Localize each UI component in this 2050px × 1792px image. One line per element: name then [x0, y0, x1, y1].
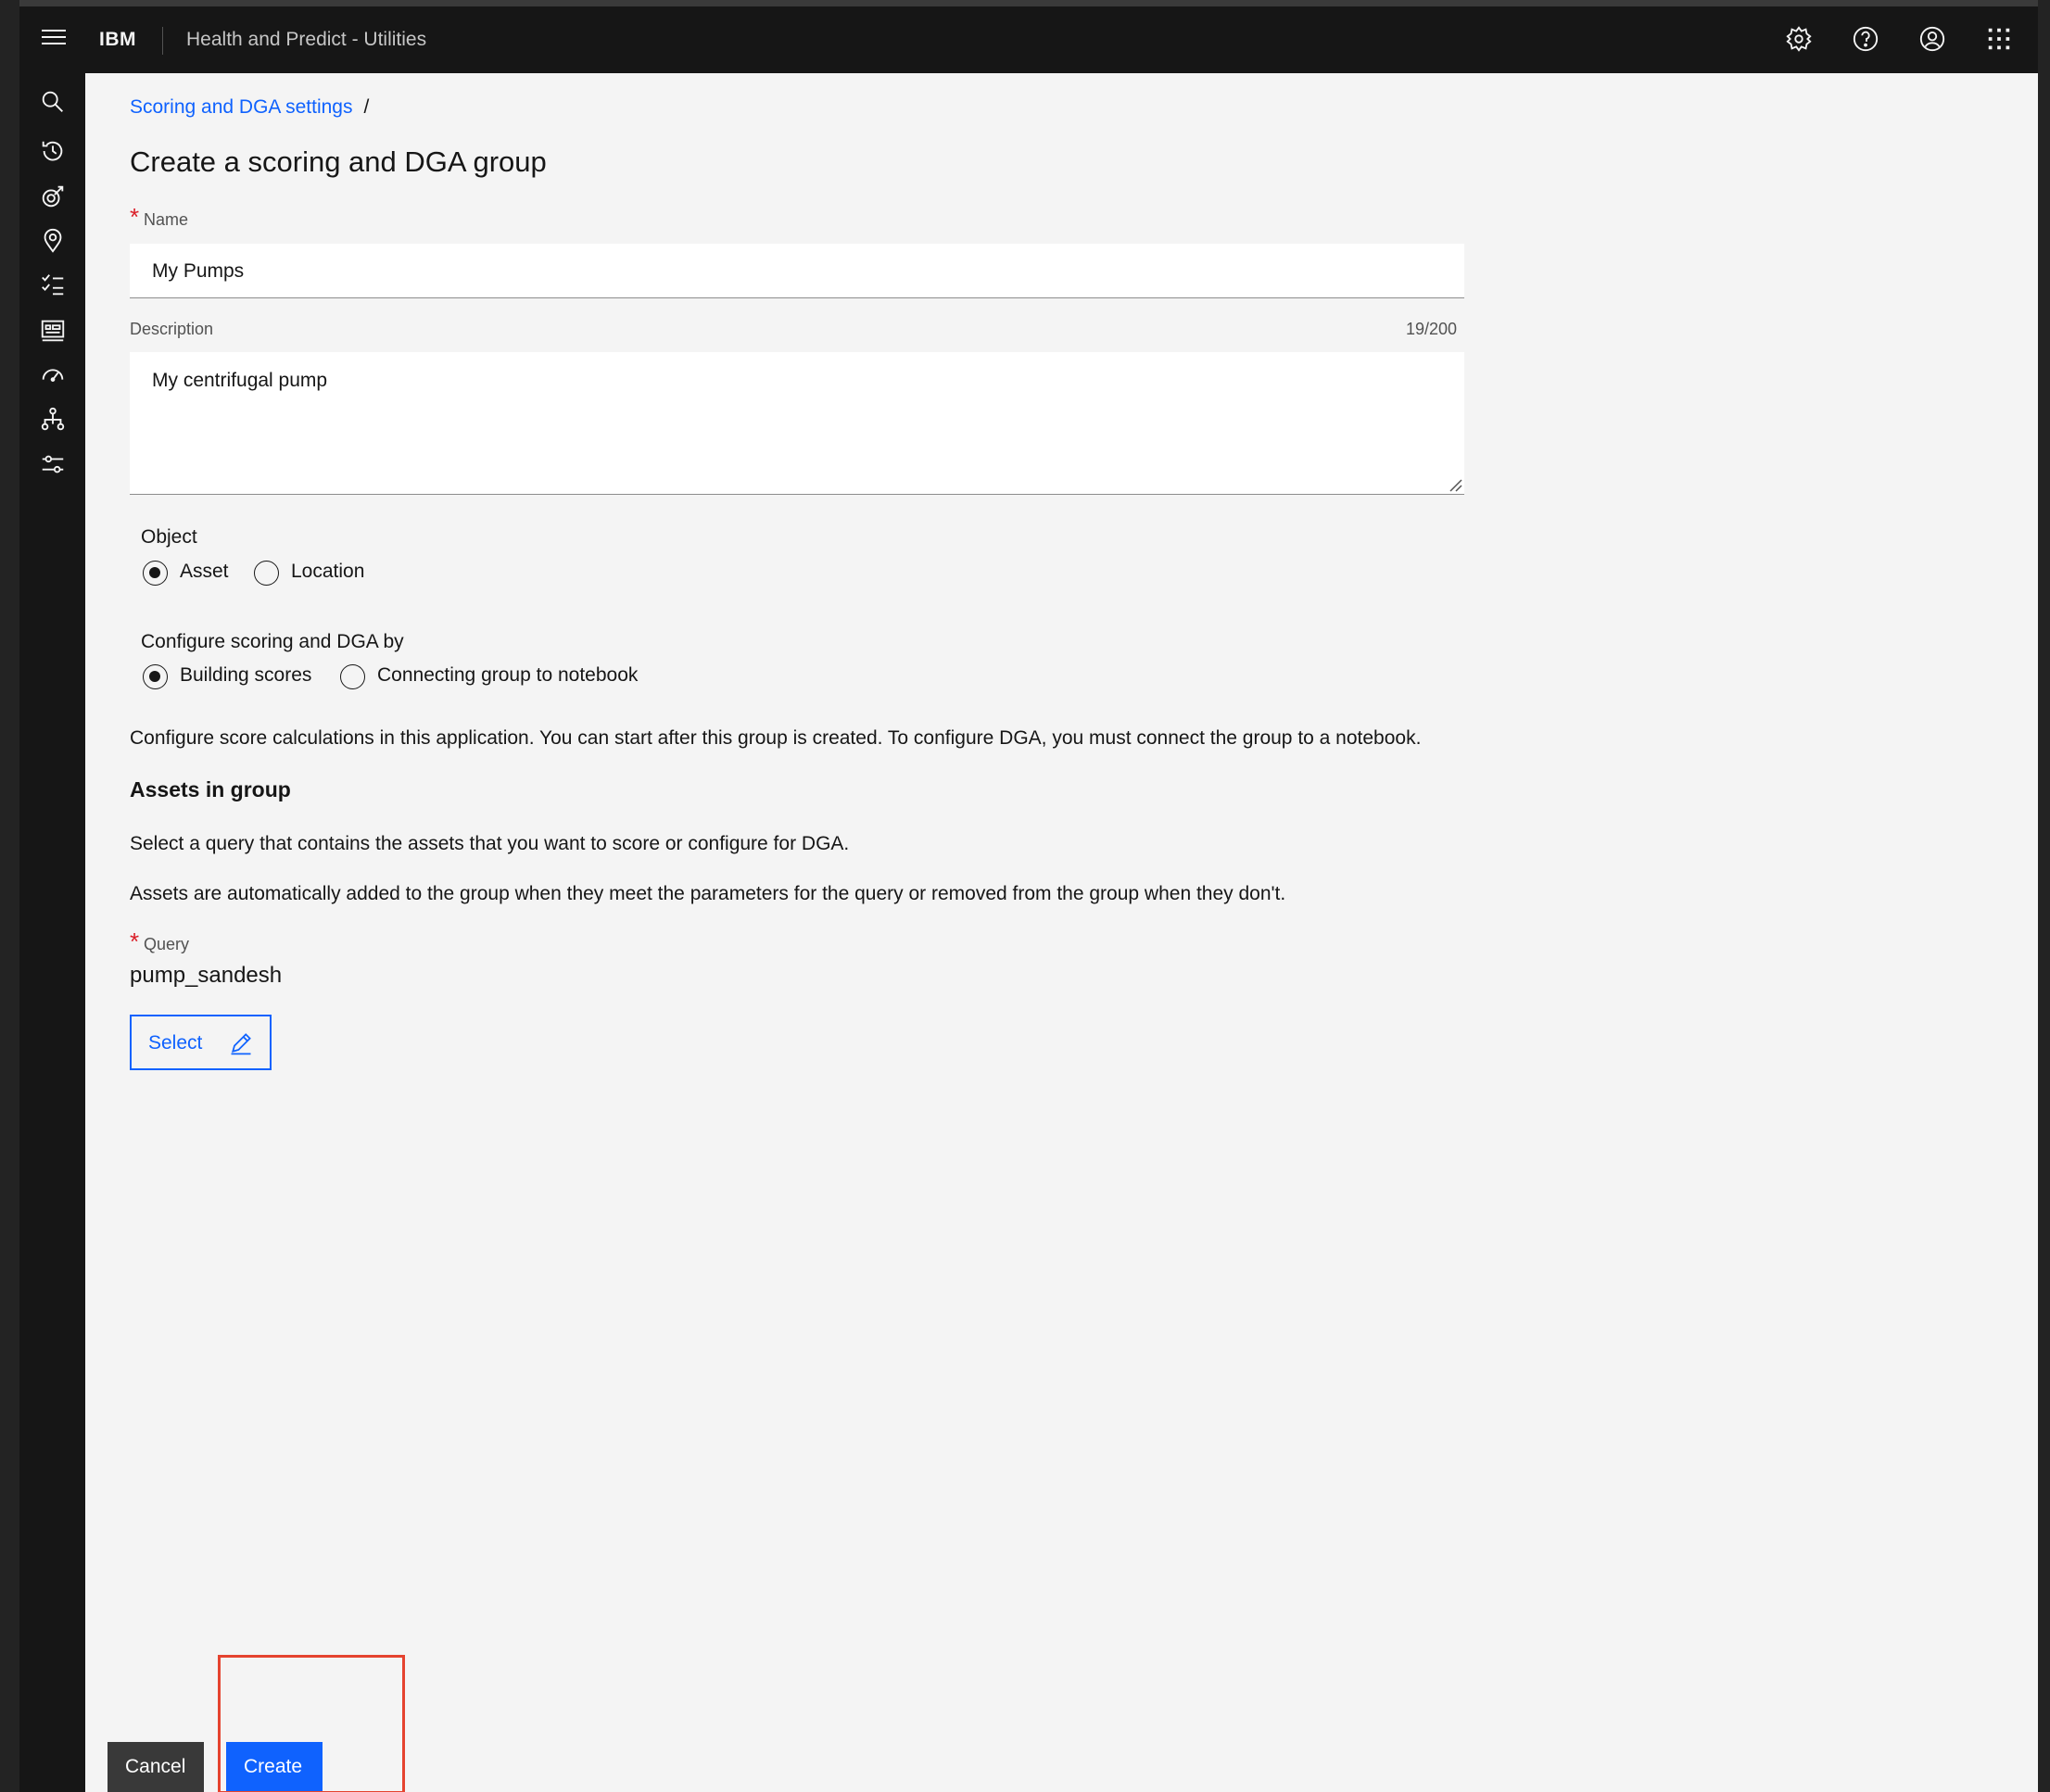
description-textarea[interactable]: My centrifugal pump	[130, 352, 1464, 495]
select-button-label: Select	[148, 1032, 203, 1054]
object-group-label: Object	[141, 526, 197, 548]
sliders-icon[interactable]	[39, 450, 67, 478]
gauge-icon[interactable]	[39, 360, 67, 388]
search-icon[interactable]	[39, 88, 67, 116]
name-label: Name	[144, 210, 189, 229]
cancel-button[interactable]: Cancel	[108, 1742, 204, 1792]
radio-connecting-notebook-label[interactable]: Connecting group to notebook	[377, 664, 638, 687]
breadcrumb-separator: /	[363, 96, 370, 118]
history-icon[interactable]	[39, 137, 67, 165]
create-button[interactable]: Create	[226, 1742, 323, 1792]
top-header: IBM Health and Predict - Utilities	[19, 6, 2038, 73]
name-label-group: * Name	[130, 203, 189, 231]
header-divider	[162, 27, 163, 55]
app-switcher-icon[interactable]	[1985, 25, 2013, 53]
checklist-icon[interactable]	[39, 271, 67, 298]
right-window-gutter	[2038, 0, 2050, 1792]
description-text: My centrifugal pump	[152, 370, 328, 391]
query-value: pump_sandesh	[130, 963, 283, 988]
name-input[interactable]: My Pumps	[130, 244, 1464, 298]
radio-connecting-notebook[interactable]	[340, 664, 365, 689]
asset-tracking-icon[interactable]	[39, 183, 67, 210]
user-profile-icon[interactable]	[1918, 25, 1946, 53]
breadcrumb-link-scoring-settings[interactable]: Scoring and DGA settings	[130, 96, 352, 118]
required-marker: *	[130, 203, 140, 231]
configure-help-text: Configure score calculations in this app…	[130, 727, 1422, 749]
select-query-button[interactable]: Select	[130, 1015, 272, 1070]
assets-paragraph-2: Assets are automatically added to the gr…	[130, 883, 1286, 904]
app-title: Health and Predict - Utilities	[186, 29, 427, 50]
assets-section-heading: Assets in group	[130, 777, 291, 801]
description-label: Description	[130, 320, 214, 338]
help-icon[interactable]	[1852, 25, 1879, 53]
brand-logo[interactable]: IBM	[99, 29, 136, 51]
menu-icon[interactable]	[42, 30, 66, 48]
edit-pencil-icon	[231, 1033, 251, 1055]
radio-location-label[interactable]: Location	[291, 561, 364, 583]
side-navigation	[19, 73, 85, 1792]
configure-group-label: Configure scoring and DGA by	[141, 631, 404, 652]
radio-asset-label[interactable]: Asset	[180, 561, 229, 583]
description-char-counter: 19/200	[1406, 320, 1458, 338]
assets-paragraph-1: Select a query that contains the assets …	[130, 833, 850, 854]
page-title: Create a scoring and DGA group	[130, 145, 547, 178]
main-content: Scoring and DGA settings / Create a scori…	[85, 73, 2038, 1792]
hierarchy-icon[interactable]	[39, 405, 67, 433]
resize-handle-icon[interactable]	[1448, 477, 1462, 492]
radio-location[interactable]	[254, 561, 279, 586]
window-top-strip	[0, 0, 2050, 6]
radio-asset[interactable]	[143, 561, 168, 586]
breadcrumb: Scoring and DGA settings /	[130, 96, 369, 119]
left-window-gutter	[0, 0, 20, 1792]
required-marker: *	[130, 928, 140, 955]
location-icon[interactable]	[39, 226, 67, 254]
settings-icon[interactable]	[1785, 25, 1813, 53]
query-label: Query	[144, 935, 190, 953]
dashboard-icon[interactable]	[39, 316, 67, 344]
radio-building-scores[interactable]	[143, 664, 168, 689]
query-label-group: * Query	[130, 928, 190, 955]
radio-building-scores-label[interactable]: Building scores	[180, 664, 311, 687]
